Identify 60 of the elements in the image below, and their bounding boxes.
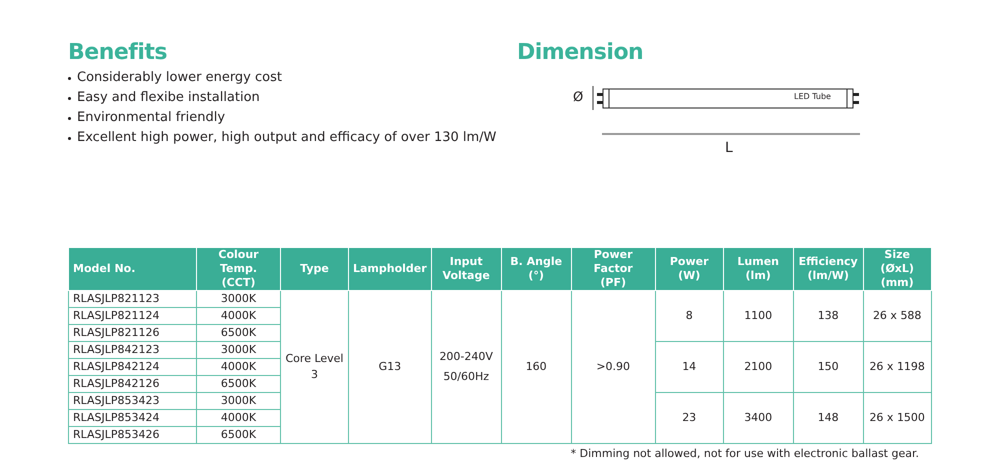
- column-header: Size (ØxL) (mm): [863, 248, 932, 290]
- table-cell: RLASJLP853426: [68, 426, 196, 444]
- table-cell: 26 x 1198: [863, 342, 932, 392]
- benefit-item: Easy and flexibe installation: [77, 89, 260, 107]
- table-cell: 150: [793, 342, 864, 392]
- column-header: Colour Temp. (CCT): [196, 248, 280, 290]
- table-cell: 3000K: [196, 290, 280, 308]
- table-cell: RLASJLP842124: [68, 358, 196, 376]
- table-cell: G13: [348, 290, 432, 444]
- table-cell: 4000K: [196, 358, 280, 376]
- bullet-icon: [68, 97, 71, 100]
- length-label: L: [725, 139, 733, 158]
- table-cell: 1100: [723, 290, 794, 342]
- bullet-icon: [68, 117, 71, 120]
- table-cell: 3000K: [196, 342, 280, 358]
- column-header: Lampholder: [348, 248, 432, 290]
- table-cell: Core Level 3: [280, 290, 348, 444]
- table-cell: 160: [501, 290, 572, 444]
- table-cell: 200-240V 50/60Hz: [431, 290, 502, 444]
- table-cell: RLASJLP853424: [68, 410, 196, 426]
- table-cell: RLASJLP821124: [68, 308, 196, 324]
- table-cell: 4000K: [196, 410, 280, 426]
- table-cell: RLASJLP821126: [68, 324, 196, 342]
- table-cell: 4000K: [196, 308, 280, 324]
- table-cell: 148: [793, 392, 864, 444]
- table-cell: 8: [655, 290, 724, 342]
- tube-label: LED Tube: [794, 92, 831, 102]
- diameter-label: Ø: [573, 89, 584, 107]
- column-header: Power (W): [655, 248, 724, 290]
- table-cell: 23: [655, 392, 724, 444]
- table-cell: 3000K: [196, 392, 280, 410]
- column-header: Model No.: [68, 248, 196, 290]
- table-cell: 14: [655, 342, 724, 392]
- table-cell: 2100: [723, 342, 794, 392]
- column-header: Power Factor (PF): [571, 248, 656, 290]
- column-header: Efficiency (lm/W): [793, 248, 864, 290]
- table-cell: 6500K: [196, 376, 280, 392]
- table-cell: >0.90: [571, 290, 656, 444]
- table-cell: RLASJLP842126: [68, 376, 196, 392]
- column-header: Input Voltage: [431, 248, 502, 290]
- column-header: Type: [280, 248, 348, 290]
- table-cell: 3400: [723, 392, 794, 444]
- table-cell: 6500K: [196, 426, 280, 444]
- table-cell: RLASJLP821123: [68, 290, 196, 308]
- bullet-icon: [68, 77, 71, 80]
- benefit-item: Excellent high power, high output and efficacy of over 130 lm/W: [77, 129, 496, 147]
- section-title: Benefits: [68, 39, 168, 67]
- bullet-icon: [68, 137, 71, 140]
- column-header: Lumen (lm): [723, 248, 794, 290]
- footnote: * Dimming not allowed, not for use with electronic ballast gear.: [570, 446, 919, 462]
- column-header: B. Angle (°): [501, 248, 572, 290]
- benefit-item: Considerably lower energy cost: [77, 69, 282, 87]
- table-cell: RLASJLP842123: [68, 342, 196, 358]
- table-cell: 26 x 588: [863, 290, 932, 342]
- table-cell: 6500K: [196, 324, 280, 342]
- section-title: Dimension: [517, 39, 644, 67]
- table-cell: RLASJLP853423: [68, 392, 196, 410]
- benefit-item: Environmental friendly: [77, 109, 226, 127]
- table-cell: 138: [793, 290, 864, 342]
- table-cell: 26 x 1500: [863, 392, 932, 444]
